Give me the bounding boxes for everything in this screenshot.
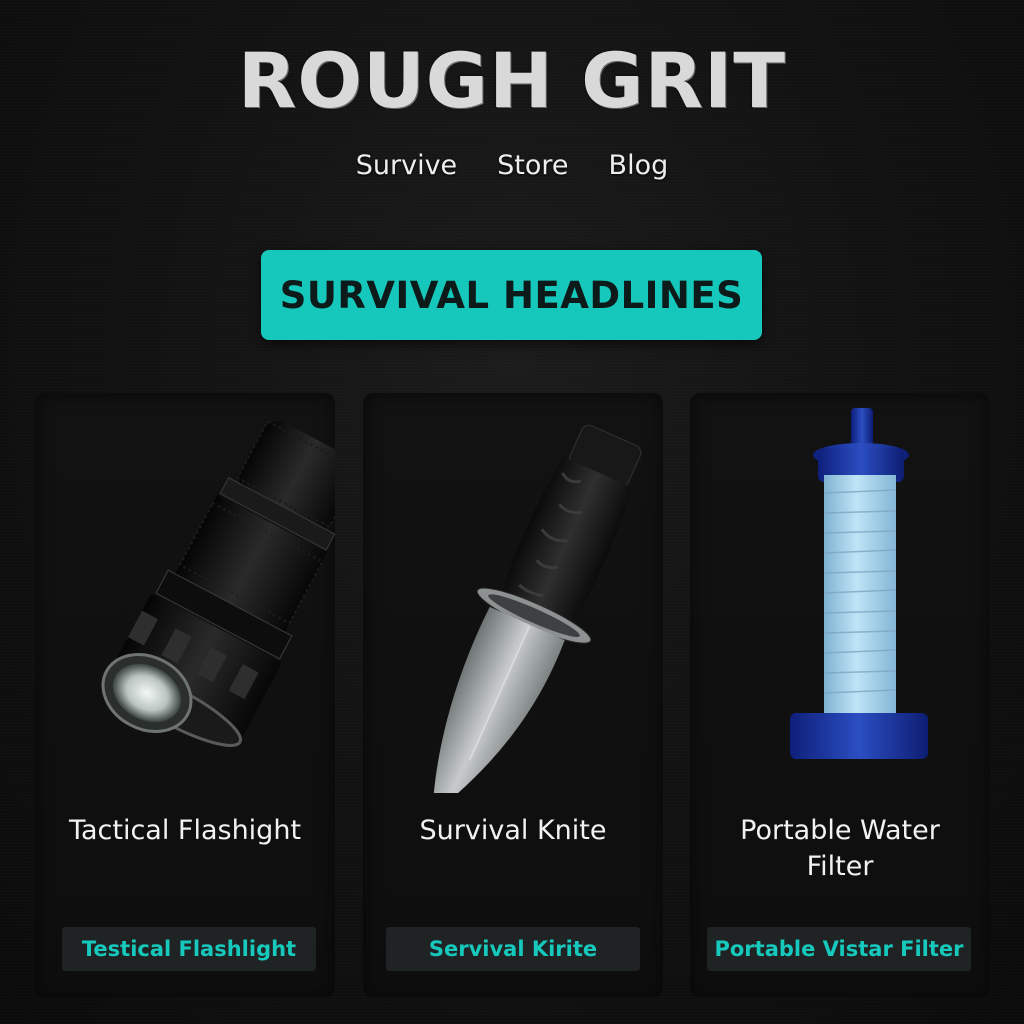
nav-link-survive[interactable]: Survive xyxy=(356,150,457,181)
nav-link-blog[interactable]: Blog xyxy=(609,150,669,181)
product-title: Survival Knite xyxy=(419,815,607,846)
survival-headlines-button[interactable]: SURVIVAL HEADLINES xyxy=(261,250,762,340)
product-button-label: Portable Vistar Filter xyxy=(714,937,964,961)
product-button[interactable]: Portable Vistar Filter xyxy=(707,927,971,971)
product-button[interactable]: Servival Kirite xyxy=(386,927,640,971)
product-card-knife[interactable]: Survival Knite Servival Kirite xyxy=(363,393,663,997)
product-button[interactable]: Testical Flashlight xyxy=(62,927,316,971)
product-button-label: Servival Kirite xyxy=(428,937,598,961)
product-card-flashlight[interactable]: Tactical Flashight Testical Flashlight xyxy=(35,393,335,997)
product-button-label: Testical Flashlight xyxy=(81,937,297,961)
main-nav: Survive Store Blog xyxy=(0,150,1024,181)
product-title: Tactical Flashight xyxy=(68,815,302,846)
product-card-water-filter[interactable]: Portable Water Filter Portable Vistar Fi… xyxy=(690,393,990,997)
product-title: Portable Water Filter xyxy=(740,815,940,882)
flashlight-icon xyxy=(101,420,335,747)
nav-link-store[interactable]: Store xyxy=(497,150,568,181)
survival-headlines-label: SURVIVAL HEADLINES xyxy=(279,273,744,317)
knife-icon xyxy=(432,424,642,793)
water-filter-icon xyxy=(790,408,928,759)
site-title: ROUGH GRIT xyxy=(237,36,787,125)
